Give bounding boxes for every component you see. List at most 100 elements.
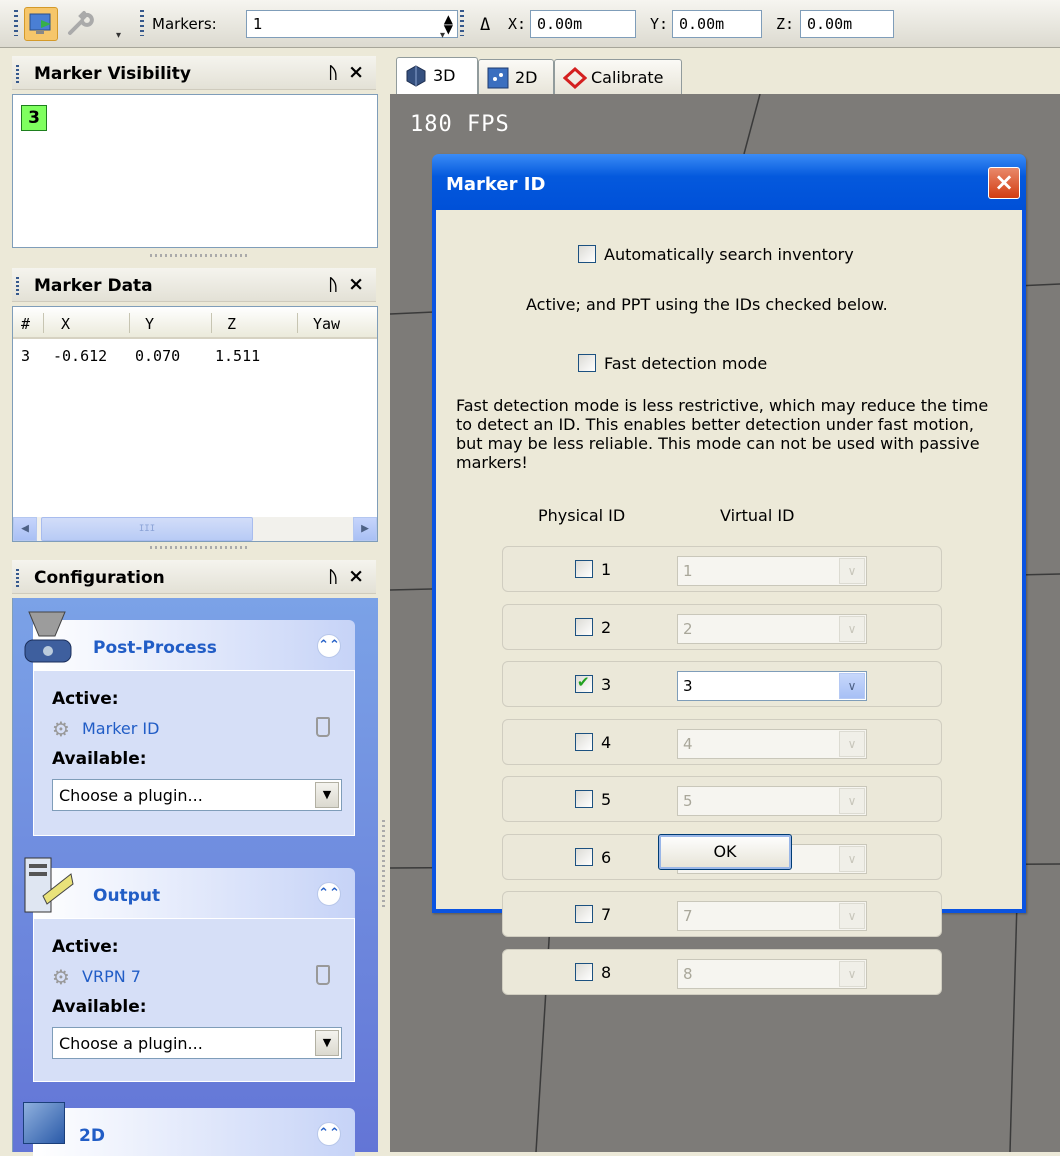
scroll-thumb[interactable]: III xyxy=(41,517,253,541)
column-header[interactable]: Yaw xyxy=(313,315,340,333)
pin-icon[interactable]: ᚢ xyxy=(328,275,338,294)
splitter-grip[interactable] xyxy=(150,254,250,257)
id-row: 4 4 ∨ xyxy=(502,718,942,765)
auto-search-checkbox[interactable] xyxy=(578,245,596,263)
chevron-down-icon[interactable]: ∨ xyxy=(839,788,865,814)
physical-id-label: 5 xyxy=(601,790,612,809)
chevron-down-icon[interactable]: ∨ xyxy=(839,615,865,642)
post-process-header[interactable]: Post-Process ⌃⌃ xyxy=(24,611,355,670)
id-row: 3 3∨ xyxy=(502,661,942,707)
z-field[interactable]: 0.00m xyxy=(800,10,894,38)
fast-mode-checkbox[interactable] xyxy=(578,354,596,372)
chevron-down-icon[interactable]: ∨ xyxy=(839,558,865,584)
chevron-down-icon[interactable]: ∨ xyxy=(839,673,865,699)
output-body: Active: ⚙ VRPN 7 Available: Choose a plu… xyxy=(33,918,355,1082)
virtual-id-select[interactable]: 5 ∨ xyxy=(677,786,867,816)
virtual-id-select[interactable]: 1 ∨ xyxy=(677,556,867,586)
y-field[interactable]: 0.00m xyxy=(672,10,762,38)
spin-arrows-icon[interactable]: ▲ ▼ xyxy=(444,13,453,35)
column-header[interactable]: X xyxy=(61,315,70,333)
chevron-down-icon[interactable]: ▼ xyxy=(315,1030,339,1056)
x-field[interactable]: 0.00m xyxy=(530,10,636,38)
plugin-select[interactable]: Choose a plugin... ▼ xyxy=(52,1027,342,1059)
plugin-select[interactable]: Choose a plugin... ▼ xyxy=(52,779,342,811)
collapse-icon[interactable]: ⌃⌃ xyxy=(317,634,341,658)
column-header[interactable]: Z xyxy=(227,315,236,333)
collapse-icon[interactable]: ⌃⌃ xyxy=(317,1122,341,1146)
chevron-down-icon[interactable]: ▼ xyxy=(315,782,339,808)
horizontal-scrollbar[interactable]: ◀ III ▶ xyxy=(13,517,377,541)
toolbar-grip[interactable] xyxy=(140,10,144,36)
section-title: Output xyxy=(93,886,161,906)
physical-id-label: 4 xyxy=(601,732,612,752)
panel-title: Marker Visibility xyxy=(34,64,191,84)
configuration-header: Configuration ᚢ × xyxy=(12,560,376,594)
monitor-icon[interactable] xyxy=(24,7,58,41)
markers-label: Markers: xyxy=(152,15,217,33)
tab-3d[interactable]: 3D xyxy=(396,57,478,95)
marker-badge[interactable]: 3 xyxy=(21,105,47,131)
ok-button[interactable]: OK xyxy=(658,834,792,870)
column-header[interactable]: # xyxy=(21,315,30,333)
active-plugin-link[interactable]: VRPN 7 xyxy=(82,967,141,986)
toolbar-overflow-icon[interactable]: ▾ xyxy=(440,30,445,41)
toolbar-grip[interactable] xyxy=(14,10,18,36)
physical-id-checkbox[interactable] xyxy=(575,732,593,751)
pin-icon[interactable]: ᚢ xyxy=(328,567,338,586)
scroll-left-icon[interactable]: ◀ xyxy=(13,517,37,541)
close-icon[interactable]: × xyxy=(348,273,364,295)
virtual-id-select[interactable]: 3 ∨ xyxy=(677,671,867,701)
grid-icon xyxy=(487,67,509,89)
virtual-id-select[interactable]: 4 ∨ xyxy=(677,728,867,759)
chevron-down-icon[interactable]: ∨ xyxy=(839,903,865,929)
available-label: Available: xyxy=(52,997,147,1017)
toolbar-overflow-icon[interactable]: ▾ xyxy=(116,30,126,41)
physical-id-checkbox[interactable] xyxy=(575,905,593,923)
virtual-id-select[interactable]: 8 ∨ xyxy=(677,958,867,989)
marker-visibility-panel: 3 xyxy=(12,94,378,248)
table-row[interactable]: 3 -0.612 0.070 1.511 xyxy=(13,343,377,365)
virtual-id-select[interactable]: 2 ∨ xyxy=(677,613,867,644)
physical-id-label: 1 xyxy=(601,560,612,579)
virtual-id-header: Virtual ID xyxy=(720,506,795,525)
twod-header[interactable]: 2D ⌃⌃ xyxy=(23,1102,355,1156)
pin-icon[interactable]: ᚢ xyxy=(328,63,338,82)
close-icon[interactable]: × xyxy=(988,167,1020,199)
markers-spinbox[interactable]: 1 ▲ ▼ xyxy=(246,10,458,38)
dialog-titlebar[interactable]: Marker ID xyxy=(432,154,1026,210)
tab-2d[interactable]: 2D xyxy=(478,59,554,95)
active-text: Active; and PPT using the IDs checked be… xyxy=(526,295,888,314)
scroll-right-icon[interactable]: ▶ xyxy=(353,517,377,541)
trash-icon[interactable] xyxy=(316,717,330,737)
physical-id-checkbox[interactable] xyxy=(575,560,593,578)
post-process-body: Active: ⚙ Marker ID Available: Choose a … xyxy=(33,670,355,836)
available-label: Available: xyxy=(52,749,147,769)
active-plugin-link[interactable]: Marker ID xyxy=(82,719,159,738)
physical-id-checkbox[interactable] xyxy=(575,673,593,693)
toolbar-grip[interactable] xyxy=(460,10,464,36)
chevron-down-icon[interactable]: ∨ xyxy=(839,730,865,757)
chevron-down-icon[interactable]: ∨ xyxy=(839,960,865,987)
wrench-icon[interactable] xyxy=(62,7,96,41)
close-icon[interactable]: × xyxy=(348,565,364,587)
splitter-grip[interactable] xyxy=(150,546,250,549)
physical-id-checkbox[interactable] xyxy=(575,617,593,636)
column-header[interactable]: Y xyxy=(145,315,154,333)
tab-calibrate[interactable]: Calibrate xyxy=(554,59,682,95)
collapse-icon[interactable]: ⌃⌃ xyxy=(317,882,341,906)
chevron-down-icon[interactable]: ∨ xyxy=(839,845,865,872)
physical-id-checkbox[interactable] xyxy=(575,847,593,866)
close-icon[interactable]: × xyxy=(348,61,364,83)
vertical-splitter-grip[interactable] xyxy=(382,820,385,910)
id-row: 1 1 ∨ xyxy=(502,546,942,592)
physical-id-checkbox[interactable] xyxy=(575,962,593,981)
marker-visibility-header: Marker Visibility ᚢ × xyxy=(12,56,376,90)
trash-icon[interactable] xyxy=(316,965,330,985)
configuration-panel: Post-Process ⌃⌃ Active: ⚙ Marker ID Avai… xyxy=(12,598,378,1156)
physical-id-checkbox[interactable] xyxy=(575,790,593,808)
panel-title: Configuration xyxy=(34,568,165,588)
output-header[interactable]: Output ⌃⌃ xyxy=(24,857,355,918)
main-toolbar: ▾ Markers: 1 ▲ ▼ ▾ Δ X: 0.00m Y: 0.00m Z:… xyxy=(0,0,1060,48)
virtual-id-select[interactable]: 7 ∨ xyxy=(677,901,867,931)
id-row: 8 8 ∨ xyxy=(502,948,942,995)
